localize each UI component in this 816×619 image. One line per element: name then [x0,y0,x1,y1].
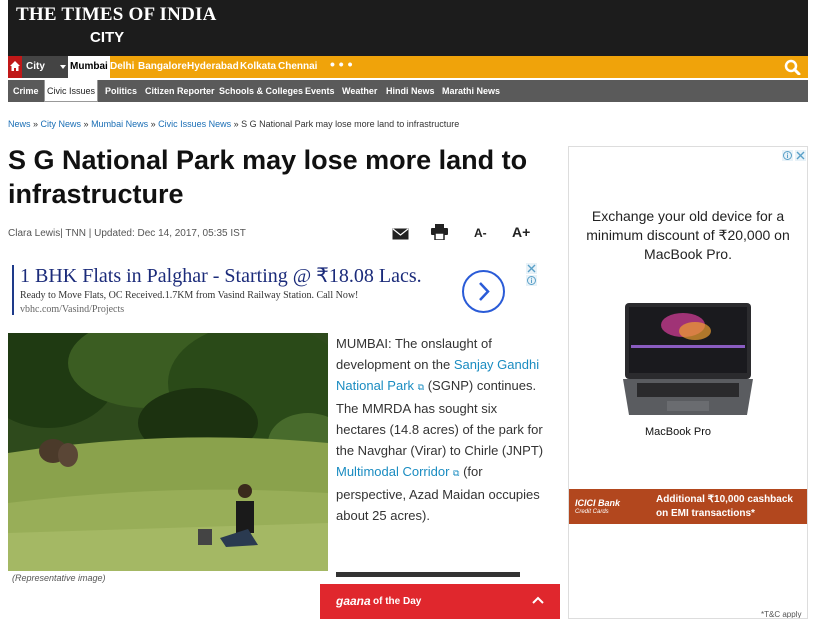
site-logo[interactable]: THE TIMES OF INDIA [16,4,217,26]
city-tab-hyderabad[interactable]: Hyderabad [187,56,239,78]
home-button[interactable] [8,56,22,78]
text-ad[interactable]: 1 BHK Flats in Palghar - Starting @ ₹18.… [8,259,540,321]
ad-description: Ready to Move Flats, OC Received.1.7KM f… [20,290,359,301]
tab-politics[interactable]: Politics [105,80,137,102]
tab-crime[interactable]: Crime [13,80,39,102]
email-share-button[interactable] [392,227,409,245]
image-caption: (Representative image) [12,573,106,583]
tab-citizen-reporter[interactable]: Citizen Reporter [145,80,215,102]
ad-close-button[interactable] [795,148,806,161]
city-dropdown-label: City [26,61,45,72]
tab-hindi-news[interactable]: Hindi News [386,80,435,102]
print-icon [431,224,448,241]
article-byline: Clara Lewis| TNN | Updated: Dec 14, 2017… [8,228,246,239]
bank-sub: Credit Cards [575,509,609,515]
city-tab-kolkata[interactable]: Kolkata [240,56,276,78]
product-label-text: MacBook Pro [645,426,712,438]
search-icon [784,59,801,76]
ad-message: Exchange your old device for a minimum d… [586,208,790,262]
ad-info-button[interactable] [526,273,537,286]
mail-icon [392,228,409,240]
ad-url[interactable]: vbhc.com/Vasind/Projects [20,304,124,315]
city-dropdown[interactable]: City [22,56,68,78]
tab-events[interactable]: Events [305,80,335,102]
font-increase-button[interactable]: A+ [512,224,530,240]
divider-bar [336,572,520,577]
ad-arrow-button[interactable] [462,270,505,313]
tab-weather[interactable]: Weather [342,80,377,102]
city-tab-chennai[interactable]: Chennai [278,56,317,78]
page: THE TIMES OF INDIA CITY City Mumbai Delh… [0,0,816,619]
print-button[interactable] [431,224,448,245]
offer-line-1: Additional ₹10,000 cashback [656,494,793,505]
info-icon [526,275,537,286]
info-icon [782,150,793,161]
tab-civic-issues[interactable]: Civic Issues [44,80,99,102]
multimodal-corridor-link[interactable]: Multimodal Corridor [336,464,449,479]
font-decrease-button[interactable]: A- [474,226,487,240]
gaana-widget[interactable]: gaana of the Day [320,584,560,619]
bank-logo: ICICI Bank Credit Cards [575,499,620,517]
city-nav: City Mumbai Delhi Bangalore Hyderabad Ko… [8,56,808,78]
bank-name: ICICI Bank [575,498,621,508]
city-tab-mumbai[interactable]: Mumbai [68,56,110,78]
chevron-up-icon[interactable] [532,595,544,605]
breadcrumb: News » City News » Mumbai News » Civic I… [8,119,460,129]
offer-line-2: on EMI transactions* [656,508,755,519]
park-photo [8,333,328,571]
offer-text: Additional ₹10,000 cashback on EMI trans… [656,493,793,521]
chevron-down-icon [60,65,66,69]
article-body: MUMBAI: The onslaught of development on … [336,333,548,526]
section-title[interactable]: CITY [90,29,124,46]
laptop-image [623,303,753,415]
ad-close-button[interactable] [526,261,537,274]
masthead: THE TIMES OF INDIA CITY [8,0,808,56]
topic-nav: Crime Civic Issues Politics Citizen Repo… [8,80,808,102]
tab-schools-colleges[interactable]: Schools & Colleges [219,80,303,102]
breadcrumb-news[interactable]: News [8,119,31,129]
product-label: MacBook Pro [645,426,711,438]
display-ad[interactable]: Exchange your old device for a minimum d… [568,146,808,619]
chevron-right-icon [479,282,490,301]
gaana-title: of the Day [373,596,422,607]
home-icon [10,61,20,71]
ad-title[interactable]: 1 BHK Flats in Palghar - Starting @ ₹18.… [20,263,422,288]
terms-disclaimer: *T&C apply [761,610,802,619]
breadcrumb-city-news[interactable]: City News [41,119,82,129]
more-cities-button[interactable]: • • • [330,56,352,72]
city-tab-bangalore[interactable]: Bangalore [138,56,187,78]
bank-offer-banner[interactable]: ICICI Bank Credit Cards Additional ₹10,0… [569,489,807,524]
breadcrumb-current: S G National Park may lose more land to … [241,119,460,129]
breadcrumb-civic-issues-news[interactable]: Civic Issues News [158,119,231,129]
city-tab-delhi[interactable]: Delhi [110,56,134,78]
ad-info-button[interactable] [782,148,793,161]
close-icon [795,150,806,161]
ad-accent-bar [12,265,14,315]
tab-marathi-news[interactable]: Marathi News [442,80,500,102]
article-image[interactable] [8,333,328,571]
article-headline: S G National Park may lose more land to … [8,145,528,209]
gaana-logo: gaana [336,594,371,608]
breadcrumb-mumbai-news[interactable]: Mumbai News [91,119,148,129]
search-button[interactable] [784,59,804,76]
